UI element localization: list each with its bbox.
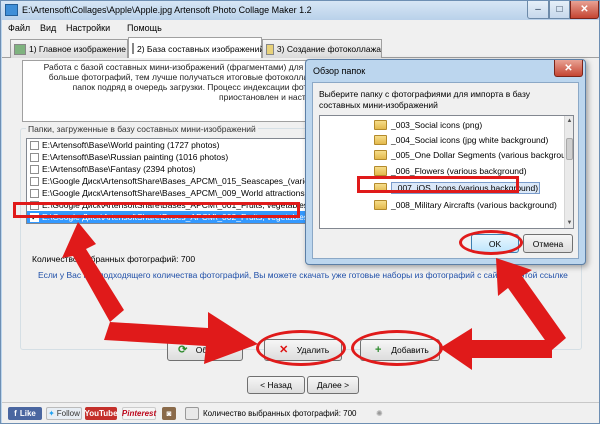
- like-label: Like: [19, 409, 36, 418]
- annotation-delete-ring: [256, 330, 346, 366]
- folder-checkbox[interactable]: [30, 164, 39, 174]
- dialog-cancel-button[interactable]: Отмена: [523, 234, 573, 253]
- folder-path: E:\Artensoft\Base\World painting (1727 p…: [42, 140, 220, 150]
- tab-create-collage[interactable]: 3) Создание фотоколлажа: [262, 39, 382, 58]
- annotation-add-ring: [351, 330, 443, 366]
- dialog-body: Выберите папку с фотографиями для импорт…: [312, 82, 579, 259]
- title-bar[interactable]: E:\Artensoft\Collages\Apple\Apple.jpg Ar…: [1, 1, 599, 20]
- database-icon: [132, 43, 134, 54]
- tab-composite-base[interactable]: 2) База составных изображений: [128, 37, 265, 59]
- status-count: Количество выбранных фотографий: 700: [203, 409, 357, 418]
- folder-icon: [374, 165, 387, 176]
- facebook-like-button[interactable]: f Like: [8, 407, 42, 420]
- tree-item-label: _006_Flowers (various background): [391, 165, 527, 176]
- tree-item-label: _008_Military Aircrafts (various backgro…: [391, 199, 557, 210]
- menu-file[interactable]: Файл: [8, 23, 30, 33]
- folder-icon: [374, 149, 387, 160]
- folder-tree[interactable]: _003_Social icons (png) _004_Social icon…: [319, 115, 574, 229]
- annotation-selected-row-box: [13, 202, 300, 218]
- status-bar: f Like ✦ Follow YouTube Pinterest ◙ Коли…: [2, 402, 599, 423]
- back-button[interactable]: < Назад: [247, 376, 305, 394]
- scroll-thumb[interactable]: [566, 138, 573, 160]
- annotation-ok-ring: [459, 230, 523, 255]
- menu-view[interactable]: Вид: [40, 23, 56, 33]
- dialog-prompt: Выберите папку с фотографиями для импорт…: [319, 89, 530, 110]
- folder-checkbox[interactable]: [30, 176, 39, 186]
- close-button[interactable]: ✕: [570, 1, 599, 19]
- tab-strip: 1) Главное изображение 2) База составных…: [2, 36, 599, 59]
- wand-icon: [266, 43, 274, 55]
- busy-spinner-icon: ✺: [376, 409, 383, 418]
- next-button[interactable]: Далее >: [307, 376, 359, 394]
- folder-icon: [374, 199, 387, 210]
- tab-main-image[interactable]: 1) Главное изображение: [10, 39, 128, 58]
- tree-item-label: _004_Social icons (jpg white background): [391, 134, 549, 145]
- twitter-follow-button[interactable]: ✦ Follow: [46, 407, 82, 420]
- scroll-up-icon[interactable]: ▲: [565, 116, 573, 126]
- folder-checkbox[interactable]: [30, 188, 39, 198]
- tree-item-label: _005_One Dollar Segments (various backgr…: [391, 149, 574, 160]
- browse-folder-dialog: Обзор папок ✕ Выберите папку с фотографи…: [305, 59, 586, 265]
- tree-item[interactable]: _005_One Dollar Segments (various backgr…: [320, 148, 573, 161]
- dialog-title: Обзор папок: [313, 66, 366, 76]
- refresh-icon: ⟳: [178, 344, 188, 356]
- folders-group-label: Папки, загруженные в базу составных мини…: [26, 124, 258, 134]
- maximize-button[interactable]: □: [549, 1, 570, 19]
- selected-count: Количество выбранных фотографий: 700: [32, 254, 196, 264]
- folder-path: E:\Artensoft\Base\Russian painting (1016…: [42, 152, 229, 162]
- tree-item-label: _003_Social icons (png): [391, 119, 483, 130]
- download-hint-link[interactable]: Если у Вас нет подходящего количества фо…: [38, 270, 568, 280]
- tab-label: 3) Создание фотоколлажа: [276, 44, 381, 54]
- instagram-icon[interactable]: ◙: [162, 407, 176, 420]
- dialog-close-button[interactable]: ✕: [554, 60, 583, 77]
- folder-path: E:\Artensoft\Base\Fantasy (2394 photos): [42, 164, 196, 174]
- annotation-folder-box: [357, 176, 519, 193]
- menu-settings[interactable]: Настройки: [66, 23, 110, 33]
- tab-label: 1) Главное изображение: [29, 44, 126, 54]
- facebook-icon: f: [14, 409, 17, 418]
- folder-checkbox[interactable]: [30, 140, 39, 150]
- folder-checkbox[interactable]: [30, 152, 39, 162]
- app-icon: [5, 4, 18, 16]
- photos-icon: [185, 407, 199, 420]
- youtube-button[interactable]: YouTube: [84, 407, 118, 420]
- folder-icon: [374, 134, 387, 145]
- scroll-down-icon[interactable]: ▼: [565, 218, 573, 228]
- follow-label: Follow: [56, 409, 80, 418]
- twitter-icon: ✦: [48, 409, 55, 418]
- tab-label: 2) База составных изображений: [137, 43, 265, 54]
- menu-bar: Файл Вид Настройки Помощь: [2, 20, 599, 36]
- tree-item[interactable]: _004_Social icons (jpg white background): [320, 133, 564, 146]
- pinterest-button[interactable]: Pinterest: [122, 407, 156, 420]
- refresh-label: Обновить: [195, 345, 235, 355]
- menu-help[interactable]: Помощь: [127, 23, 162, 33]
- tree-scrollbar[interactable]: ▲ ▼: [564, 116, 573, 228]
- tree-item[interactable]: _003_Social icons (png): [320, 118, 564, 131]
- folder-icon: [374, 119, 387, 130]
- minimize-button[interactable]: –: [527, 1, 549, 19]
- tree-item[interactable]: _008_Military Aircrafts (various backgro…: [320, 198, 564, 211]
- image-icon: [14, 43, 26, 55]
- window-title: E:\Artensoft\Collages\Apple\Apple.jpg Ar…: [22, 5, 312, 15]
- refresh-button[interactable]: ⟳ Обновить: [167, 339, 243, 361]
